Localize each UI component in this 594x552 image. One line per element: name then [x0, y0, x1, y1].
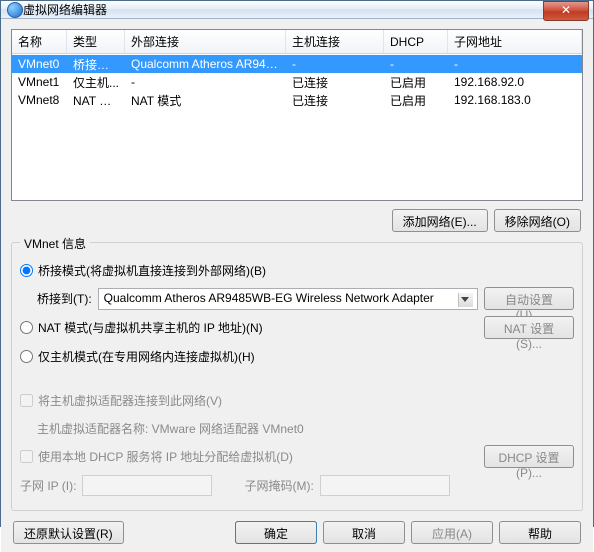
- help-button[interactable]: 帮助: [499, 521, 581, 544]
- dhcp-row: 使用本地 DHCP 服务将 IP 地址分配给虚拟机(D) DHCP 设置(P).…: [20, 445, 574, 468]
- cell-name: VMnet8: [12, 90, 67, 110]
- cell-ext: Qualcomm Atheros AR9485...: [125, 54, 286, 74]
- host-adapter-row: 主机虚拟适配器名称: VMware 网络适配器 VMnet0: [20, 417, 574, 439]
- add-network-button[interactable]: 添加网络(E)...: [392, 209, 488, 232]
- cancel-button[interactable]: 取消: [323, 521, 405, 544]
- close-button[interactable]: ✕: [543, 1, 589, 21]
- connect-host-label: 将主机虚拟适配器连接到此网络(V): [38, 392, 222, 409]
- content-area: 名称 类型 外部连接 主机连接 DHCP 子网地址 VMnet0 桥接模式 Qu…: [1, 19, 593, 552]
- cell-subnet: 192.168.183.0: [448, 90, 582, 110]
- apply-button[interactable]: 应用(A): [411, 521, 493, 544]
- cell-host: 已连接: [286, 89, 384, 112]
- hostonly-mode-row: 仅主机模式(在专用网络内连接虚拟机)(H): [20, 345, 574, 367]
- bridge-to-row: 桥接到(T): Qualcomm Atheros AR9485WB-EG Wir…: [20, 287, 574, 310]
- ok-button[interactable]: 确定: [235, 521, 317, 544]
- col-dhcp[interactable]: DHCP: [384, 30, 448, 53]
- cell-subnet: -: [448, 54, 582, 74]
- hostonly-radio[interactable]: [20, 350, 33, 363]
- bridge-mode-row: 桥接模式(将虚拟机直接连接到外部网络)(B): [20, 259, 574, 281]
- bridge-adapter-combo[interactable]: Qualcomm Atheros AR9485WB-EG Wireless Ne…: [98, 288, 478, 310]
- cell-name: VMnet0: [12, 54, 67, 74]
- bridge-label: 桥接模式(将虚拟机直接连接到外部网络)(B): [38, 262, 266, 279]
- subnet-mask-label: 子网掩码(M):: [244, 477, 313, 494]
- table-body: VMnet0 桥接模式 Qualcomm Atheros AR9485... -…: [12, 54, 582, 109]
- auto-set-button[interactable]: 自动设置(U)...: [484, 287, 574, 310]
- cell-subnet: 192.168.92.0: [448, 72, 582, 92]
- col-name[interactable]: 名称: [12, 30, 67, 53]
- window-title: 虚拟网络编辑器: [23, 1, 587, 18]
- nat-mode-row: NAT 模式(与虚拟机共享主机的 IP 地址)(N) NAT 设置(S)...: [20, 316, 574, 339]
- chevron-down-icon: [461, 297, 469, 302]
- bridge-radio[interactable]: [20, 264, 33, 277]
- subnet-row: 子网 IP (I): 子网掩码(M):: [20, 474, 574, 496]
- hostonly-label: 仅主机模式(在专用网络内连接虚拟机)(H): [38, 348, 255, 365]
- host-adapter-text: 主机虚拟适配器名称: VMware 网络适配器 VMnet0: [37, 420, 304, 437]
- cell-type: NAT 模式: [67, 89, 125, 112]
- table-row[interactable]: VMnet8 NAT 模式 NAT 模式 已连接 已启用 192.168.183…: [12, 91, 582, 109]
- subnet-ip-label: 子网 IP (I):: [20, 477, 76, 494]
- col-ext[interactable]: 外部连接: [125, 30, 286, 53]
- table-buttons: 添加网络(E)... 移除网络(O): [11, 201, 583, 240]
- close-icon: ✕: [561, 3, 571, 17]
- nat-label: NAT 模式(与虚拟机共享主机的 IP 地址)(N): [38, 319, 263, 336]
- vmnet-info-group: VMnet 信息 桥接模式(将虚拟机直接连接到外部网络)(B) 桥接到(T): …: [11, 242, 583, 511]
- vmnet-info-legend: VMnet 信息: [20, 235, 90, 252]
- bridge-to-label: 桥接到(T):: [37, 290, 92, 307]
- subnet-mask-input: [320, 475, 450, 496]
- cell-name: VMnet1: [12, 72, 67, 92]
- network-table: 名称 类型 外部连接 主机连接 DHCP 子网地址 VMnet0 桥接模式 Qu…: [11, 29, 583, 201]
- remove-network-button[interactable]: 移除网络(O): [494, 209, 581, 232]
- cell-ext: NAT 模式: [125, 89, 286, 112]
- app-icon: [7, 2, 23, 18]
- table-header: 名称 类型 外部连接 主机连接 DHCP 子网地址: [12, 30, 582, 54]
- dialog-buttons: 还原默认设置(R) 确定 取消 应用(A) 帮助: [11, 511, 583, 544]
- col-host[interactable]: 主机连接: [286, 30, 384, 53]
- virtual-network-editor-window: 虚拟网络编辑器 ✕ 名称 类型 外部连接 主机连接 DHCP 子网地址 VMne…: [0, 0, 594, 527]
- connect-host-checkbox: [20, 394, 33, 407]
- subnet-ip-input: [82, 475, 212, 496]
- dhcp-set-button[interactable]: DHCP 设置(P)...: [484, 445, 574, 468]
- bridge-combo-value: Qualcomm Atheros AR9485WB-EG Wireless Ne…: [104, 291, 434, 305]
- col-subnet[interactable]: 子网地址: [448, 30, 582, 53]
- dhcp-label: 使用本地 DHCP 服务将 IP 地址分配给虚拟机(D): [38, 448, 293, 465]
- nat-radio[interactable]: [20, 321, 33, 334]
- restore-defaults-button[interactable]: 还原默认设置(R): [13, 521, 124, 544]
- connect-host-row: 将主机虚拟适配器连接到此网络(V): [20, 389, 574, 411]
- nat-set-button[interactable]: NAT 设置(S)...: [484, 316, 574, 339]
- dhcp-checkbox: [20, 450, 33, 463]
- col-type[interactable]: 类型: [67, 30, 125, 53]
- titlebar[interactable]: 虚拟网络编辑器 ✕: [1, 1, 593, 19]
- cell-dhcp: 已启用: [384, 89, 448, 112]
